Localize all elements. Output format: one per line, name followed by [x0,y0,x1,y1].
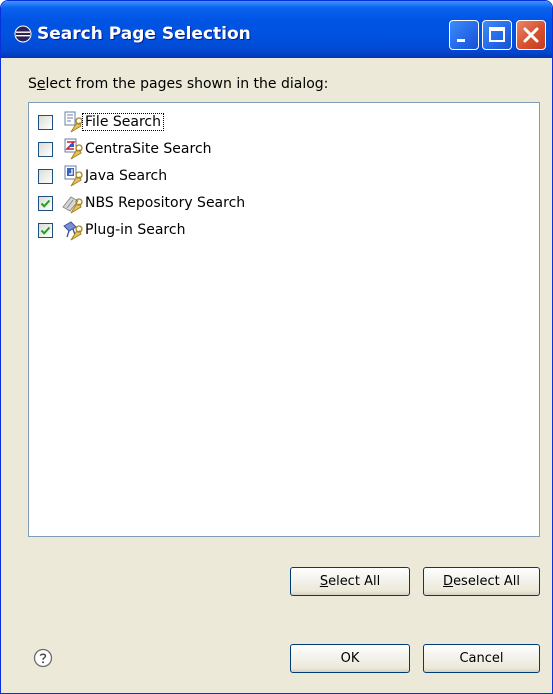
help-icon[interactable] [33,648,53,668]
list-item-label: Java Search [85,168,168,184]
centrasite-search-icon [64,138,83,160]
list-item-centrasite-search[interactable]: CentraSite Search [38,138,518,162]
list-item-label: NBS Repository Search [85,195,246,211]
close-icon [523,27,539,43]
checkbox[interactable] [38,142,53,157]
search-pages-list[interactable]: File Search CentraSite Search Java Searc… [28,102,540,537]
list-item-java-search[interactable]: Java Search [38,165,518,189]
list-item-label: Plug-in Search [85,222,186,238]
checkmark-icon [40,199,51,208]
list-item-label: CentraSite Search [85,141,212,157]
eclipse-icon [14,25,32,43]
instruction-text-end: lect from the pages shown in the dialog: [45,76,329,92]
minimize-icon [457,39,465,42]
checkbox[interactable] [38,196,53,211]
plugin-search-icon [63,221,83,241]
maximize-button[interactable] [482,20,512,50]
minimize-button[interactable] [449,20,479,50]
select-all-mnemonic: S [319,574,329,589]
file-search-icon [64,111,83,133]
select-all-button[interactable]: Select All [290,567,410,596]
checkmark-icon [40,226,51,235]
checkbox[interactable] [38,169,53,184]
deselect-all-label: eselect All [453,574,520,589]
list-item-nbs-repository-search[interactable]: NBS Repository Search [38,192,518,216]
ok-button[interactable]: OK [290,644,410,673]
close-button[interactable] [516,20,546,50]
select-all-label: elect All [328,574,381,589]
checkbox[interactable] [38,223,53,238]
instruction-label: Select from the pages shown in the dialo… [28,76,328,92]
instruction-mnemonic: e [36,76,46,92]
window-title: Search Page Selection [37,24,251,44]
list-item-label: File Search [82,113,164,131]
deselect-all-mnemonic: D [443,574,454,589]
repository-search-icon [62,196,83,214]
checkbox[interactable] [38,115,53,130]
java-search-icon [64,165,83,187]
list-item-plugin-search[interactable]: Plug-in Search [38,219,518,243]
title-bar[interactable]: Search Page Selection [1,1,552,58]
instruction-text-start: S [28,76,37,92]
deselect-all-button[interactable]: Deselect All [423,567,540,596]
cancel-button[interactable]: Cancel [423,644,540,673]
maximize-icon [489,27,505,42]
search-page-selection-dialog: Search Page Selection Select from the pa… [0,0,553,694]
list-item-file-search[interactable]: File Search [38,111,518,135]
